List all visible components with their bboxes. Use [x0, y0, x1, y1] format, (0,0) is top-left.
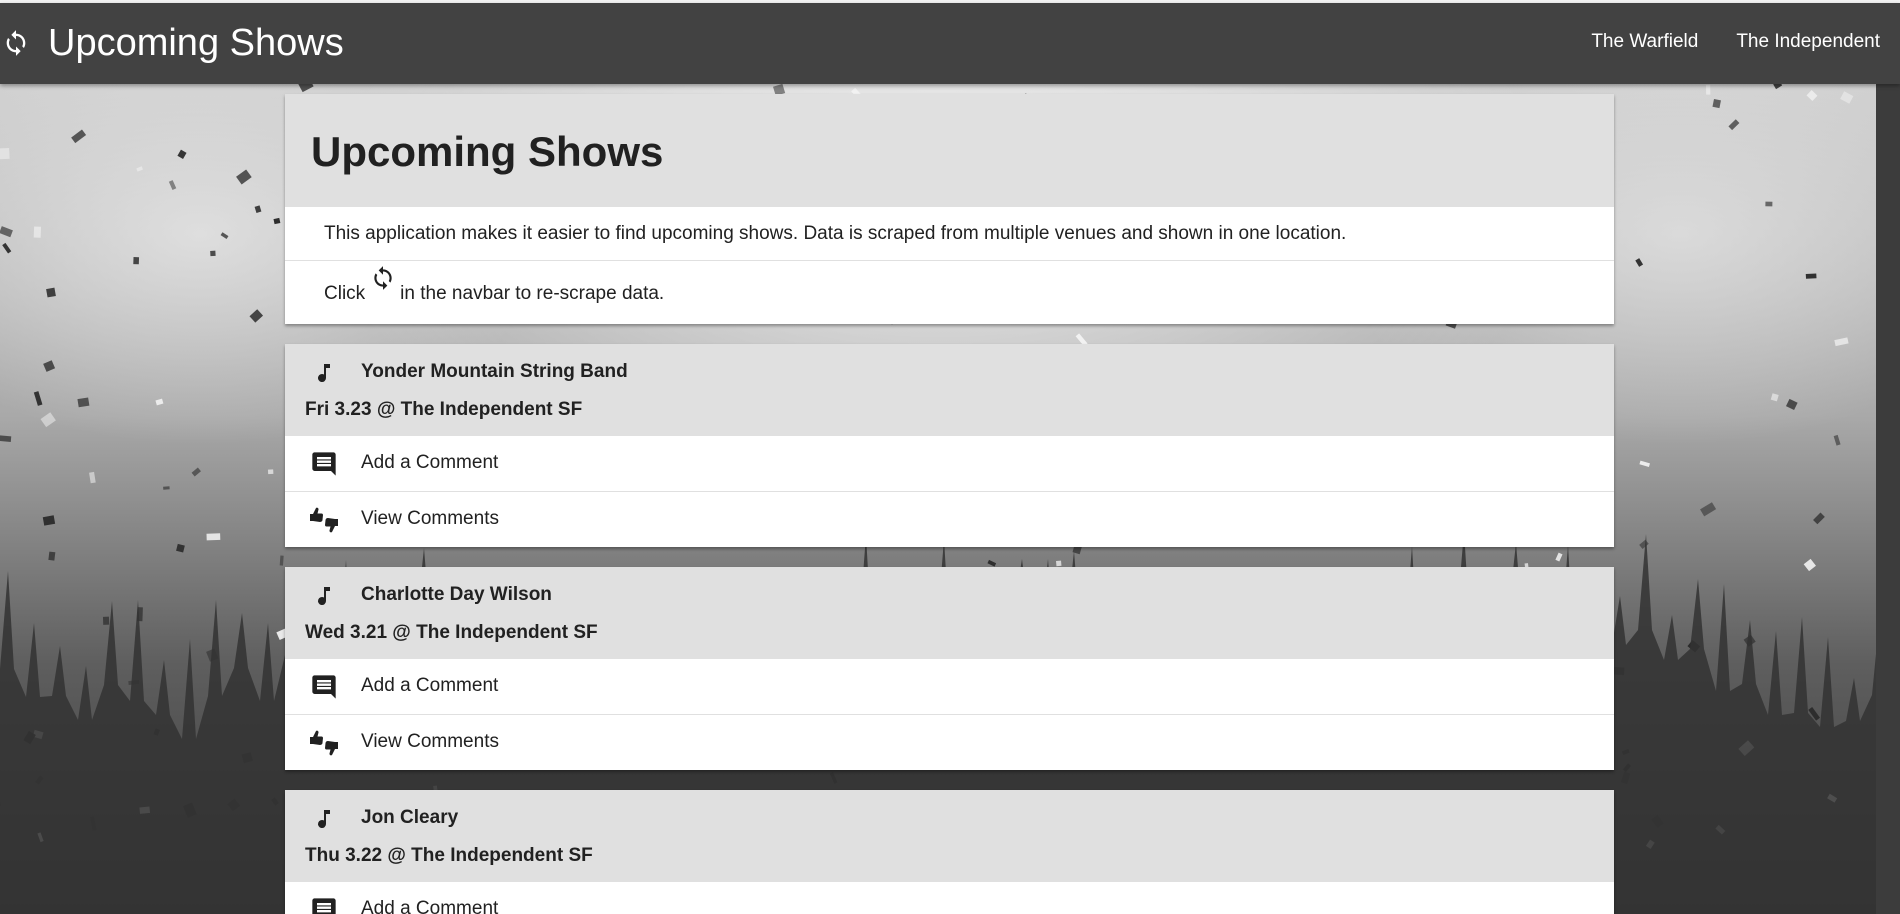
- show-artist: Charlotte Day Wilson: [361, 584, 552, 605]
- confetti-piece: [1813, 512, 1825, 525]
- confetti-piece: [136, 166, 143, 172]
- view-comments-label: View Comments: [361, 731, 499, 752]
- music-note-icon: [318, 810, 330, 829]
- confetti-piece: [273, 217, 281, 225]
- confetti-piece: [1834, 337, 1849, 347]
- add-comment-button[interactable]: Add a Comment: [285, 658, 1614, 714]
- confetti-piece: [1770, 393, 1779, 402]
- confetti-piece: [1639, 460, 1650, 467]
- confetti-piece: [297, 84, 314, 93]
- confetti-piece: [220, 232, 229, 240]
- confetti-piece: [1728, 119, 1740, 131]
- confetti-piece: [176, 543, 185, 553]
- add-comment-label: Add a Comment: [361, 898, 499, 914]
- confetti-piece: [1639, 539, 1649, 549]
- comment-icon: [312, 898, 336, 914]
- intro-card-header: Upcoming Shows: [285, 94, 1614, 206]
- show-card: Jon Cleary Thu 3.22 @ The Independent SF…: [285, 790, 1614, 914]
- confetti-piece: [43, 360, 56, 372]
- confetti-piece: [1785, 398, 1798, 411]
- confetti-piece: [249, 309, 264, 323]
- confetti-piece: [42, 515, 56, 526]
- intro-card: Upcoming Shows This application makes it…: [285, 94, 1614, 324]
- confetti-piece: [279, 555, 284, 566]
- confetti-piece: [77, 397, 90, 408]
- confetti-piece: [0, 147, 10, 160]
- confetti-piece: [163, 486, 170, 490]
- nav-link-the-independent[interactable]: The Independent: [1736, 31, 1880, 53]
- thumbs-up-down-icon: [310, 730, 338, 756]
- comment-icon: [312, 675, 336, 699]
- show-card-header: Yonder Mountain String Band Fri 3.23 @ T…: [285, 344, 1614, 435]
- intro-hint-before: Click: [324, 283, 366, 304]
- intro-hint-after: in the navbar to re-scrape data.: [400, 283, 665, 304]
- confetti-piece: [1805, 273, 1817, 279]
- show-date: Fri 3.23 @ The Independent SF: [305, 399, 583, 420]
- show-date: Wed 3.21 @ The Independent SF: [305, 622, 598, 643]
- confetti-piece: [1833, 434, 1841, 446]
- confetti-piece: [206, 533, 221, 541]
- add-comment-label: Add a Comment: [361, 675, 499, 696]
- show-card: Yonder Mountain String Band Fri 3.23 @ T…: [285, 344, 1614, 547]
- confetti-piece: [46, 287, 56, 298]
- confetti-piece: [236, 169, 252, 185]
- scrollbar-track[interactable]: [1876, 84, 1900, 914]
- navbar-title[interactable]: Upcoming Shows: [48, 19, 344, 67]
- show-date: Thu 3.22 @ The Independent SF: [305, 845, 593, 866]
- confetti-piece: [1765, 201, 1773, 207]
- confetti-piece: [102, 616, 110, 625]
- confetti-piece: [177, 149, 187, 159]
- add-comment-button[interactable]: Add a Comment: [285, 435, 1614, 491]
- music-note-icon: [318, 587, 330, 606]
- view-comments-label: View Comments: [361, 508, 499, 529]
- confetti-piece: [1773, 84, 1783, 90]
- show-card-header: Charlotte Day Wilson Wed 3.21 @ The Inde…: [285, 567, 1614, 658]
- nav-link-the-warfield[interactable]: The Warfield: [1591, 31, 1698, 53]
- confetti-piece: [33, 391, 43, 406]
- refresh-icon: [374, 266, 392, 290]
- show-card: Charlotte Day Wilson Wed 3.21 @ The Inde…: [285, 567, 1614, 770]
- thumbs-up-down-icon: [310, 507, 338, 533]
- navbar-links: The Warfield The Independent: [1591, 31, 1880, 53]
- confetti-piece: [2, 242, 12, 254]
- comment-icon: [312, 452, 336, 476]
- view-comments-button[interactable]: View Comments: [285, 714, 1614, 770]
- confetti-piece: [40, 412, 56, 428]
- navbar: Upcoming Shows The Warfield The Independ…: [0, 3, 1900, 84]
- confetti-piece: [1803, 558, 1816, 572]
- confetti-piece: [0, 226, 13, 238]
- confetti-piece: [168, 180, 177, 190]
- main-content: Upcoming Shows This application makes it…: [285, 94, 1614, 914]
- confetti-piece: [1840, 91, 1854, 104]
- confetti-piece: [155, 398, 164, 406]
- show-artist: Jon Cleary: [361, 807, 459, 828]
- intro-hint: Click in the navbar to re-scrape data.: [285, 260, 1614, 324]
- confetti-piece: [0, 435, 12, 442]
- confetti-piece: [89, 471, 96, 484]
- confetti-piece: [267, 469, 274, 475]
- add-comment-button[interactable]: Add a Comment: [285, 881, 1614, 914]
- show-artist: Yonder Mountain String Band: [361, 361, 628, 382]
- confetti-piece: [1635, 258, 1644, 267]
- confetti-piece: [1700, 502, 1717, 517]
- confetti-piece: [48, 551, 56, 561]
- add-comment-label: Add a Comment: [361, 452, 499, 473]
- confetti-piece: [1705, 84, 1711, 95]
- show-card-header: Jon Cleary Thu 3.22 @ The Independent SF: [285, 790, 1614, 881]
- view-comments-button[interactable]: View Comments: [285, 491, 1614, 547]
- confetti-piece: [254, 205, 262, 213]
- intro-description: This application makes it easier to find…: [285, 206, 1614, 260]
- confetti-piece: [1712, 99, 1721, 109]
- confetti-piece: [1806, 90, 1818, 102]
- confetti-piece: [71, 129, 87, 144]
- confetti-piece: [191, 467, 201, 477]
- confetti-piece: [33, 226, 42, 238]
- refresh-icon[interactable]: [2, 29, 30, 57]
- confetti-piece: [133, 257, 140, 265]
- music-note-icon: [318, 364, 330, 383]
- confetti-piece: [210, 250, 216, 257]
- page-title: Upcoming Shows: [311, 128, 664, 175]
